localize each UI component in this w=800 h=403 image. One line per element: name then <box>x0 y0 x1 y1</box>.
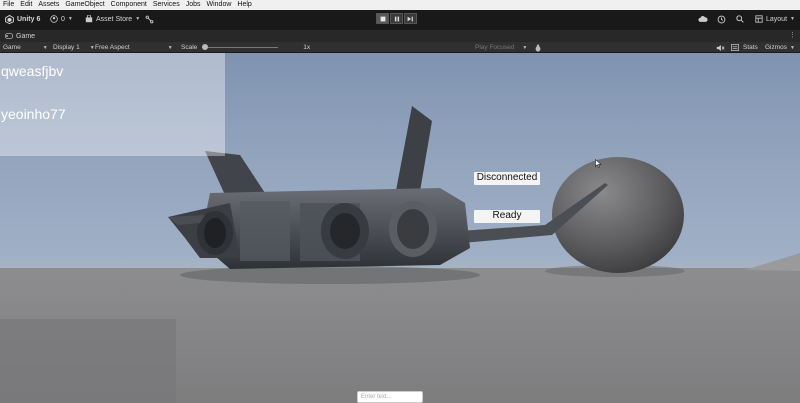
layout-label: Layout <box>766 15 788 23</box>
mute-audio-button[interactable] <box>716 43 725 52</box>
display-label: Display 1 <box>53 44 80 51</box>
version-control-icon <box>145 15 154 24</box>
tab-game[interactable]: Game <box>5 33 35 40</box>
engine-middle-inner <box>330 213 360 249</box>
bug-report-button[interactable] <box>534 43 542 52</box>
pause-icon <box>394 16 399 21</box>
menu-edit[interactable]: Edit <box>20 0 32 10</box>
ship-fin-left <box>205 151 265 195</box>
scale-slider[interactable] <box>202 43 279 52</box>
game-view-toolbar: Game ▼ Display 1 ▼ Free Aspect ▼ Scale 1… <box>0 42 800 53</box>
ready-button[interactable]: Ready <box>474 210 540 223</box>
play-button[interactable] <box>376 13 389 24</box>
history-icon <box>717 15 726 24</box>
layout-dropdown[interactable]: Layout ▼ <box>755 15 795 23</box>
asset-store-label: Asset Store <box>96 15 133 23</box>
chat-input[interactable]: Enter text... <box>357 391 423 403</box>
tab-game-label: Game <box>16 32 36 40</box>
connection-status-label: Disconnected <box>474 172 540 185</box>
chevron-down-icon: ▼ <box>89 44 95 51</box>
spaceship-model <box>168 106 608 269</box>
search-button[interactable] <box>736 15 744 23</box>
player-two-name: yeoinho77 <box>1 106 66 122</box>
scale-label: Scale <box>181 44 198 51</box>
pause-button[interactable] <box>390 13 403 24</box>
mute-icon <box>716 44 725 51</box>
account-icon <box>50 15 58 23</box>
play-focused-dropdown[interactable]: Play Focused ▼ <box>475 43 527 52</box>
player-one-name: qweasfjbv <box>1 63 64 79</box>
ground-ramp <box>745 253 800 271</box>
scale-value: 1x <box>303 44 311 51</box>
aspect-dropdown[interactable]: Free Aspect ▼ <box>95 43 173 52</box>
game-mode-label: Game <box>3 44 21 51</box>
more-options-icon[interactable]: ⋮ <box>789 31 796 39</box>
menu-assets[interactable]: Assets <box>38 0 59 10</box>
cloud-icon <box>698 16 708 22</box>
asset-store-button[interactable]: Asset Store ▼ <box>85 15 140 23</box>
gizmos-dropdown[interactable]: Gizmos ▼ <box>765 43 795 52</box>
cloud-button[interactable] <box>698 15 708 23</box>
chevron-down-icon: ▼ <box>790 44 795 51</box>
chevron-down-icon: ▼ <box>167 44 173 51</box>
ship-shadow <box>180 266 480 284</box>
scale-slider-handle[interactable] <box>202 44 209 50</box>
ship-panel <box>240 201 290 261</box>
chevron-down-icon: ▼ <box>790 16 795 22</box>
menu-window[interactable]: Window <box>207 0 232 10</box>
step-button[interactable] <box>404 13 417 24</box>
game-tab-header: Game ⋮ <box>0 30 800 42</box>
menu-bar: File Edit Assets GameObject Component Se… <box>0 0 800 10</box>
unity-version-label: Unity 6 <box>17 16 41 23</box>
game-viewport[interactable]: qweasfjbv yeoinho77 Disconnected Ready E… <box>0 53 800 403</box>
scale-control: Scale 1x <box>181 43 310 52</box>
chat-panel <box>0 319 176 403</box>
aspect-label: Free Aspect <box>95 44 130 51</box>
menu-component[interactable]: Component <box>111 0 147 10</box>
step-icon <box>407 16 413 21</box>
game-mode-dropdown[interactable]: Game ▼ <box>3 43 48 52</box>
account-count: 0 <box>61 15 65 23</box>
gizmos-label: Gizmos <box>765 44 788 51</box>
layout-icon <box>755 15 763 23</box>
play-controls <box>376 13 417 24</box>
account-dropdown[interactable]: 0 ▼ <box>50 15 73 23</box>
chevron-down-icon: ▼ <box>42 44 48 51</box>
menu-services[interactable]: Services <box>153 0 180 10</box>
unity-logo-icon <box>5 15 14 24</box>
stats-icon <box>731 44 739 51</box>
stats-button[interactable]: Stats <box>731 43 758 52</box>
stats-label: Stats <box>743 44 758 51</box>
play-focused-label: Play Focused <box>475 44 515 51</box>
chevron-down-icon: ▼ <box>67 16 73 22</box>
mouse-cursor-icon <box>595 159 602 168</box>
gamepad-icon <box>5 33 13 39</box>
bug-icon <box>535 44 541 52</box>
menu-gameobject[interactable]: GameObject <box>65 0 104 10</box>
shopping-bag-icon <box>85 15 93 23</box>
scale-slider-track <box>202 47 279 48</box>
unity-account-button[interactable]: Unity 6 <box>5 15 40 24</box>
version-control-button[interactable] <box>145 15 154 24</box>
stop-icon <box>380 16 385 21</box>
main-toolbar: Unity 6 0 ▼ Asset Store ▼ Layout ▼ <box>0 10 800 30</box>
menu-help[interactable]: Help <box>237 0 251 10</box>
menu-file[interactable]: File <box>3 0 14 10</box>
search-icon <box>736 15 744 23</box>
undo-history-button[interactable] <box>717 15 726 24</box>
chevron-down-icon: ▼ <box>522 44 528 51</box>
engine-left-inner <box>204 218 226 248</box>
display-dropdown[interactable]: Display 1 ▼ <box>53 43 95 52</box>
engine-right-inner <box>397 209 429 249</box>
menu-jobs[interactable]: Jobs <box>186 0 201 10</box>
chevron-down-icon: ▼ <box>135 16 141 22</box>
